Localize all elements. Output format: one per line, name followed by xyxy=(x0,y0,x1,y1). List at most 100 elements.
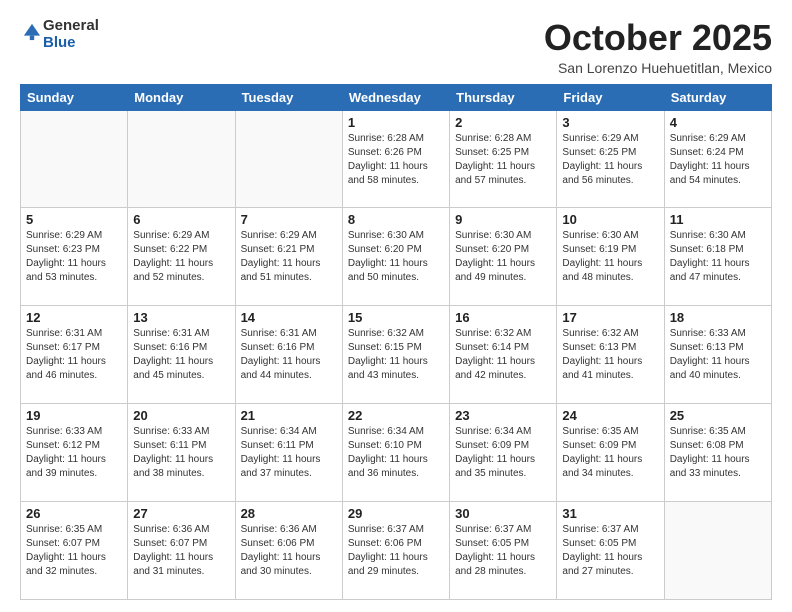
table-row: 19Sunrise: 6:33 AM Sunset: 6:12 PM Dayli… xyxy=(21,404,128,502)
day-info: Sunrise: 6:34 AM Sunset: 6:10 PM Dayligh… xyxy=(348,425,444,481)
day-number: 21 xyxy=(241,408,337,423)
calendar-week-row: 5Sunrise: 6:29 AM Sunset: 6:23 PM Daylig… xyxy=(21,208,772,306)
day-info: Sunrise: 6:30 AM Sunset: 6:20 PM Dayligh… xyxy=(348,229,444,285)
month-title: October 2025 xyxy=(544,18,772,58)
calendar-week-row: 1 Sunrise: 6:28 AM Sunset: 6:26 PM Daylig… xyxy=(21,110,772,208)
logo-blue-text: Blue xyxy=(43,34,76,51)
day-number: 3 xyxy=(562,115,658,130)
table-row: 4 Sunrise: 6:29 AM Sunset: 6:24 PM Daylig… xyxy=(664,110,771,208)
logo-general-text: General xyxy=(43,17,99,34)
day-number: 13 xyxy=(133,310,229,325)
day-number: 16 xyxy=(455,310,551,325)
day-info: Sunrise: 6:29 AM Sunset: 6:24 PM Dayligh… xyxy=(670,132,766,188)
table-row: 18 Sunrise: 6:33 AM Sunset: 6:13 PM Dayli… xyxy=(664,306,771,404)
subtitle: San Lorenzo Huehuetitlan, Mexico xyxy=(544,60,772,76)
day-number: 12 xyxy=(26,310,122,325)
table-row: 31Sunrise: 6:37 AM Sunset: 6:05 PM Dayli… xyxy=(557,502,664,600)
table-row: 5Sunrise: 6:29 AM Sunset: 6:23 PM Daylig… xyxy=(21,208,128,306)
table-row: 28Sunrise: 6:36 AM Sunset: 6:06 PM Dayli… xyxy=(235,502,342,600)
day-info: Sunrise: 6:37 AM Sunset: 6:05 PM Dayligh… xyxy=(562,523,658,579)
day-info: Sunrise: 6:33 AM Sunset: 6:13 PM Dayligh… xyxy=(670,327,766,383)
table-row: 8 Sunrise: 6:30 AM Sunset: 6:20 PM Daylig… xyxy=(342,208,449,306)
day-info: Sunrise: 6:28 AM Sunset: 6:25 PM Dayligh… xyxy=(455,132,551,188)
header-friday: Friday xyxy=(557,84,664,110)
day-info: Sunrise: 6:31 AM Sunset: 6:17 PM Dayligh… xyxy=(26,327,122,383)
table-row: 15Sunrise: 6:32 AM Sunset: 6:15 PM Dayli… xyxy=(342,306,449,404)
day-info: Sunrise: 6:30 AM Sunset: 6:20 PM Dayligh… xyxy=(455,229,551,285)
table-row: 1 Sunrise: 6:28 AM Sunset: 6:26 PM Daylig… xyxy=(342,110,449,208)
day-info: Sunrise: 6:35 AM Sunset: 6:08 PM Dayligh… xyxy=(670,425,766,481)
day-info: Sunrise: 6:30 AM Sunset: 6:19 PM Dayligh… xyxy=(562,229,658,285)
day-info: Sunrise: 6:37 AM Sunset: 6:05 PM Dayligh… xyxy=(455,523,551,579)
day-number: 20 xyxy=(133,408,229,423)
header-tuesday: Tuesday xyxy=(235,84,342,110)
table-row: 29 Sunrise: 6:37 AM Sunset: 6:06 PM Dayli… xyxy=(342,502,449,600)
table-row: 26 Sunrise: 6:35 AM Sunset: 6:07 PM Dayli… xyxy=(21,502,128,600)
day-number: 7 xyxy=(241,212,337,227)
day-number: 10 xyxy=(562,212,658,227)
day-info: Sunrise: 6:28 AM Sunset: 6:26 PM Dayligh… xyxy=(348,132,444,188)
table-row: 21 Sunrise: 6:34 AM Sunset: 6:11 PM Dayli… xyxy=(235,404,342,502)
header-saturday: Saturday xyxy=(664,84,771,110)
day-info: Sunrise: 6:30 AM Sunset: 6:18 PM Dayligh… xyxy=(670,229,766,285)
table-row xyxy=(235,110,342,208)
day-number: 23 xyxy=(455,408,551,423)
title-block: October 2025 San Lorenzo Huehuetitlan, M… xyxy=(544,18,772,76)
calendar-week-row: 26 Sunrise: 6:35 AM Sunset: 6:07 PM Dayli… xyxy=(21,502,772,600)
table-row: 25 Sunrise: 6:35 AM Sunset: 6:08 PM Dayli… xyxy=(664,404,771,502)
day-number: 4 xyxy=(670,115,766,130)
table-row: 3 Sunrise: 6:29 AM Sunset: 6:25 PM Daylig… xyxy=(557,110,664,208)
day-number: 11 xyxy=(670,212,766,227)
table-row: 7 Sunrise: 6:29 AM Sunset: 6:21 PM Daylig… xyxy=(235,208,342,306)
day-number: 25 xyxy=(670,408,766,423)
calendar-week-row: 19Sunrise: 6:33 AM Sunset: 6:12 PM Dayli… xyxy=(21,404,772,502)
day-number: 24 xyxy=(562,408,658,423)
day-number: 15 xyxy=(348,310,444,325)
day-info: Sunrise: 6:29 AM Sunset: 6:23 PM Dayligh… xyxy=(26,229,122,285)
day-number: 8 xyxy=(348,212,444,227)
table-row: 17 Sunrise: 6:32 AM Sunset: 6:13 PM Dayli… xyxy=(557,306,664,404)
day-info: Sunrise: 6:31 AM Sunset: 6:16 PM Dayligh… xyxy=(133,327,229,383)
header-monday: Monday xyxy=(128,84,235,110)
day-number: 18 xyxy=(670,310,766,325)
table-row xyxy=(664,502,771,600)
table-row: 16Sunrise: 6:32 AM Sunset: 6:14 PM Dayli… xyxy=(450,306,557,404)
day-info: Sunrise: 6:29 AM Sunset: 6:25 PM Dayligh… xyxy=(562,132,658,188)
table-row: 14 Sunrise: 6:31 AM Sunset: 6:16 PM Dayli… xyxy=(235,306,342,404)
table-row: 30 Sunrise: 6:37 AM Sunset: 6:05 PM Dayli… xyxy=(450,502,557,600)
day-number: 22 xyxy=(348,408,444,423)
day-info: Sunrise: 6:29 AM Sunset: 6:21 PM Dayligh… xyxy=(241,229,337,285)
day-number: 2 xyxy=(455,115,551,130)
header-wednesday: Wednesday xyxy=(342,84,449,110)
day-info: Sunrise: 6:33 AM Sunset: 6:11 PM Dayligh… xyxy=(133,425,229,481)
table-row: 20 Sunrise: 6:33 AM Sunset: 6:11 PM Dayli… xyxy=(128,404,235,502)
day-number: 6 xyxy=(133,212,229,227)
table-row: 12 Sunrise: 6:31 AM Sunset: 6:17 PM Dayli… xyxy=(21,306,128,404)
day-info: Sunrise: 6:34 AM Sunset: 6:11 PM Dayligh… xyxy=(241,425,337,481)
table-row: 11 Sunrise: 6:30 AM Sunset: 6:18 PM Dayli… xyxy=(664,208,771,306)
logo: General Blue xyxy=(20,18,99,51)
day-info: Sunrise: 6:34 AM Sunset: 6:09 PM Dayligh… xyxy=(455,425,551,481)
table-row: 24 Sunrise: 6:35 AM Sunset: 6:09 PM Dayli… xyxy=(557,404,664,502)
day-number: 14 xyxy=(241,310,337,325)
day-info: Sunrise: 6:33 AM Sunset: 6:12 PM Dayligh… xyxy=(26,425,122,481)
day-number: 1 xyxy=(348,115,444,130)
day-number: 26 xyxy=(26,506,122,521)
day-info: Sunrise: 6:35 AM Sunset: 6:09 PM Dayligh… xyxy=(562,425,658,481)
table-row xyxy=(128,110,235,208)
day-info: Sunrise: 6:36 AM Sunset: 6:07 PM Dayligh… xyxy=(133,523,229,579)
calendar-week-row: 12 Sunrise: 6:31 AM Sunset: 6:17 PM Dayli… xyxy=(21,306,772,404)
day-info: Sunrise: 6:31 AM Sunset: 6:16 PM Dayligh… xyxy=(241,327,337,383)
day-info: Sunrise: 6:32 AM Sunset: 6:13 PM Dayligh… xyxy=(562,327,658,383)
header-sunday: Sunday xyxy=(21,84,128,110)
table-row: 9Sunrise: 6:30 AM Sunset: 6:20 PM Daylig… xyxy=(450,208,557,306)
table-row: 22 Sunrise: 6:34 AM Sunset: 6:10 PM Dayli… xyxy=(342,404,449,502)
calendar-table: Sunday Monday Tuesday Wednesday Thursday… xyxy=(20,84,772,600)
day-number: 17 xyxy=(562,310,658,325)
header: General Blue October 2025 San Lorenzo Hu… xyxy=(20,18,772,76)
day-info: Sunrise: 6:35 AM Sunset: 6:07 PM Dayligh… xyxy=(26,523,122,579)
day-number: 30 xyxy=(455,506,551,521)
day-info: Sunrise: 6:37 AM Sunset: 6:06 PM Dayligh… xyxy=(348,523,444,579)
calendar-body: 1 Sunrise: 6:28 AM Sunset: 6:26 PM Daylig… xyxy=(21,110,772,599)
day-number: 29 xyxy=(348,506,444,521)
